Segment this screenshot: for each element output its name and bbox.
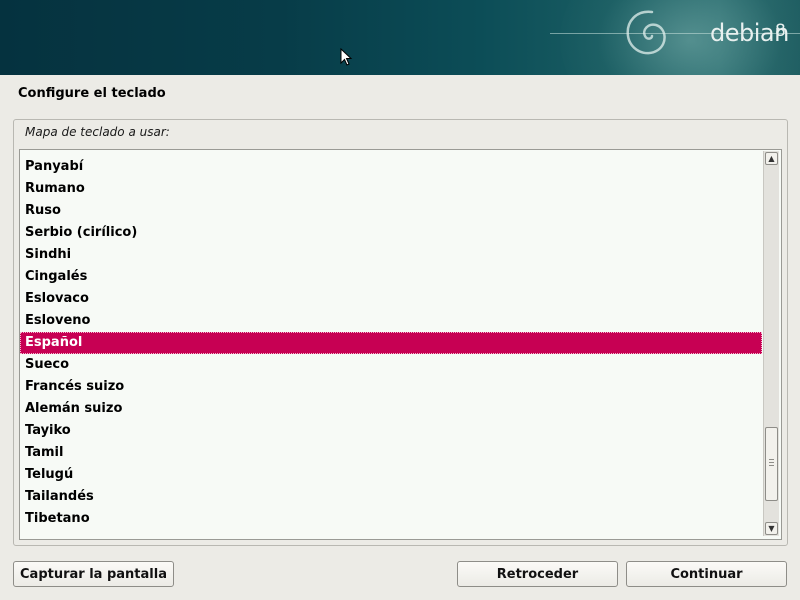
list-item-selected[interactable]: Español <box>20 332 762 354</box>
page-title: Configure el teclado <box>18 86 166 101</box>
continue-button[interactable]: Continuar <box>626 561 787 587</box>
grip-line <box>769 459 774 460</box>
list-item[interactable]: Tailandés <box>20 486 762 508</box>
list-item-partial[interactable] <box>20 150 762 156</box>
brand-version: 8 <box>775 21 786 41</box>
grip-line <box>769 465 774 466</box>
list-item[interactable]: Sueco <box>20 354 762 376</box>
scroll-thumb[interactable] <box>765 427 778 501</box>
scroll-down-button[interactable]: ▼ <box>765 522 778 535</box>
list-item[interactable]: Rumano <box>20 178 762 200</box>
list-item-partial[interactable] <box>20 530 762 539</box>
keymap-label: Mapa de teclado a usar: <box>25 125 170 139</box>
list-item[interactable]: Panyabí <box>20 156 762 178</box>
list-item[interactable]: Francés suizo <box>20 376 762 398</box>
installer-window: debian 8 Configure el teclado Mapa de te… <box>0 0 800 600</box>
keymap-listbox[interactable]: Panyabí Rumano Ruso Serbio (cirílico) Sindhi… <box>19 149 782 540</box>
list-scrollbar[interactable]: ▲ ▼ <box>763 151 779 536</box>
debian-swirl-icon <box>626 10 666 55</box>
list-item[interactable]: Ruso <box>20 200 762 222</box>
mouse-cursor-icon <box>340 48 353 66</box>
chevron-up-icon: ▲ <box>768 154 775 163</box>
scroll-up-button[interactable]: ▲ <box>765 152 778 165</box>
list-item[interactable]: Tibetano <box>20 508 762 530</box>
chevron-down-icon: ▼ <box>768 524 775 533</box>
list-item[interactable]: Tayiko <box>20 420 762 442</box>
list-item[interactable]: Sindhi <box>20 244 762 266</box>
list-item[interactable]: Serbio (cirílico) <box>20 222 762 244</box>
keymap-list: Panyabí Rumano Ruso Serbio (cirílico) Sindhi… <box>20 150 762 539</box>
list-item[interactable]: Alemán suizo <box>20 398 762 420</box>
list-item[interactable]: Esloveno <box>20 310 762 332</box>
grip-line <box>769 462 774 463</box>
screenshot-button[interactable]: Capturar la pantalla <box>13 561 174 587</box>
list-item[interactable]: Eslovaco <box>20 288 762 310</box>
back-button[interactable]: Retroceder <box>457 561 618 587</box>
list-item[interactable]: Telugú <box>20 464 762 486</box>
list-item[interactable]: Cingalés <box>20 266 762 288</box>
list-item[interactable]: Tamil <box>20 442 762 464</box>
header-banner: debian 8 <box>0 0 800 75</box>
